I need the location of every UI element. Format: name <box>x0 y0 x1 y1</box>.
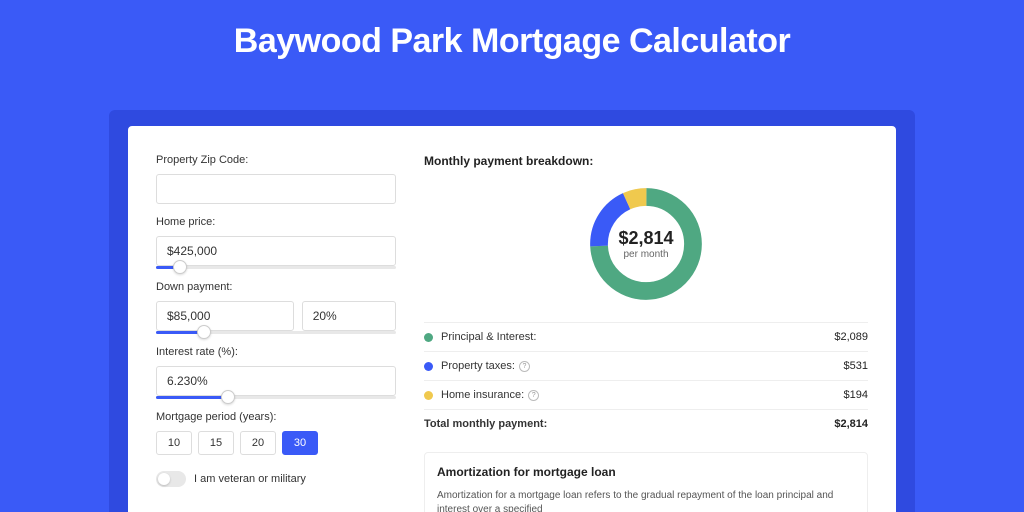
period-btn-15[interactable]: 15 <box>198 431 234 455</box>
total-label: Total monthly payment: <box>424 418 834 430</box>
donut-chart-wrap: $2,814 per month <box>424 182 868 306</box>
inputs-column: Property Zip Code: Home price: Down paym… <box>156 154 396 512</box>
donut-center: $2,814 per month <box>584 182 708 306</box>
dp-field-group: Down payment: <box>156 281 396 334</box>
price-slider[interactable] <box>156 266 396 269</box>
dp-percent-input[interactable] <box>302 301 396 331</box>
amortization-text: Amortization for a mortgage loan refers … <box>437 489 855 512</box>
legend-dot <box>424 333 433 342</box>
period-label: Mortgage period (years): <box>156 411 396 423</box>
legend-dot <box>424 391 433 400</box>
calculator-card: Property Zip Code: Home price: Down paym… <box>128 126 896 512</box>
legend-label: Home insurance:? <box>441 389 844 401</box>
page-title: Baywood Park Mortgage Calculator <box>0 0 1024 79</box>
zip-field-group: Property Zip Code: <box>156 154 396 204</box>
legend-value: $2,089 <box>834 331 868 343</box>
period-field-group: Mortgage period (years): 10152030 <box>156 411 396 455</box>
veteran-label: I am veteran or military <box>194 473 306 485</box>
legend-row: Principal & Interest:$2,089 <box>424 322 868 351</box>
rate-label: Interest rate (%): <box>156 346 396 358</box>
dp-amount-input[interactable] <box>156 301 294 331</box>
price-label: Home price: <box>156 216 396 228</box>
legend-row: Home insurance:?$194 <box>424 380 868 409</box>
legend-row: Property taxes:?$531 <box>424 351 868 380</box>
veteran-toggle[interactable] <box>156 471 186 487</box>
legend-value: $194 <box>844 389 868 401</box>
toggle-knob <box>158 473 170 485</box>
rate-slider-thumb[interactable] <box>221 390 235 404</box>
legend-row-total: Total monthly payment: $2,814 <box>424 409 868 438</box>
dp-slider-thumb[interactable] <box>197 325 211 339</box>
amortization-title: Amortization for mortgage loan <box>437 465 855 479</box>
price-field-group: Home price: <box>156 216 396 269</box>
legend-label: Property taxes:? <box>441 360 844 372</box>
zip-input[interactable] <box>156 174 396 204</box>
breakdown-column: Monthly payment breakdown: $2,814 per mo… <box>424 154 868 512</box>
period-btn-10[interactable]: 10 <box>156 431 192 455</box>
dp-slider[interactable] <box>156 331 396 334</box>
donut-sub: per month <box>623 249 668 260</box>
period-btn-30[interactable]: 30 <box>282 431 318 455</box>
zip-label: Property Zip Code: <box>156 154 396 166</box>
legend-value: $531 <box>844 360 868 372</box>
dp-label: Down payment: <box>156 281 396 293</box>
breakdown-title: Monthly payment breakdown: <box>424 154 868 168</box>
period-btn-20[interactable]: 20 <box>240 431 276 455</box>
rate-field-group: Interest rate (%): <box>156 346 396 399</box>
total-value: $2,814 <box>834 418 868 430</box>
rate-slider[interactable] <box>156 396 396 399</box>
price-slider-thumb[interactable] <box>173 260 187 274</box>
info-icon[interactable]: ? <box>519 361 530 372</box>
donut-chart: $2,814 per month <box>584 182 708 306</box>
donut-amount: $2,814 <box>618 228 673 249</box>
legend-dot <box>424 362 433 371</box>
veteran-toggle-row: I am veteran or military <box>156 471 396 487</box>
rate-input[interactable] <box>156 366 396 396</box>
info-icon[interactable]: ? <box>528 390 539 401</box>
legend-label: Principal & Interest: <box>441 331 834 343</box>
price-input[interactable] <box>156 236 396 266</box>
amortization-box: Amortization for mortgage loan Amortizat… <box>424 452 868 512</box>
